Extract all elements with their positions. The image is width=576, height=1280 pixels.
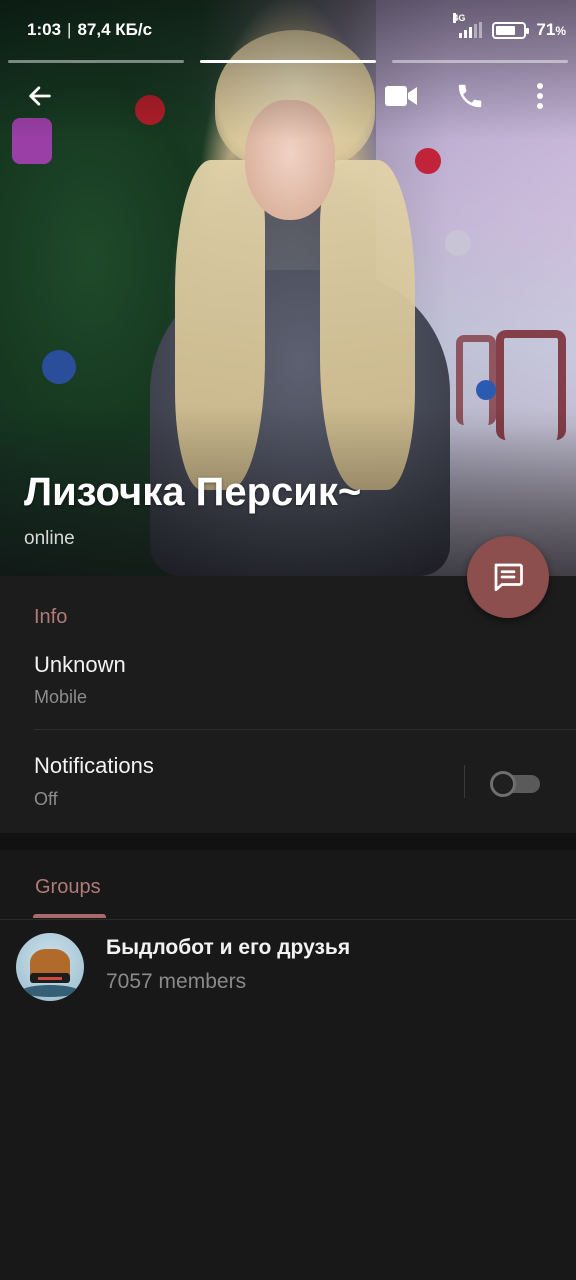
signal-bar bbox=[459, 33, 463, 38]
avatar-detail bbox=[38, 977, 62, 980]
more-button[interactable] bbox=[514, 70, 566, 122]
info-section-title: Info bbox=[34, 606, 68, 628]
status-separator: | bbox=[67, 20, 72, 39]
info-section: Info Unknown Mobile Notifications Off bbox=[0, 576, 576, 833]
tabs-divider bbox=[0, 919, 576, 920]
phone-value[interactable]: Unknown bbox=[34, 652, 126, 678]
story-segment bbox=[200, 60, 376, 63]
group-name: Быдлобот и его друзья bbox=[106, 936, 351, 959]
ornament-blue bbox=[42, 350, 76, 384]
status-time: 1:03 bbox=[27, 20, 62, 39]
story-segment bbox=[392, 60, 568, 63]
tab-groups[interactable]: Groups bbox=[16, 850, 124, 920]
notifications-value: Off bbox=[34, 789, 58, 809]
story-progress bbox=[8, 60, 568, 64]
video-call-button[interactable] bbox=[375, 70, 427, 122]
status-net-speed: 87,4 КБ/с bbox=[77, 20, 153, 39]
signal-bar bbox=[469, 27, 473, 38]
video-camera-icon bbox=[385, 86, 417, 106]
avatar-base bbox=[22, 985, 78, 997]
battery-fill bbox=[496, 25, 515, 35]
call-button[interactable] bbox=[444, 70, 496, 122]
battery-percent: 71% bbox=[536, 20, 566, 40]
info-divider bbox=[34, 729, 576, 730]
network-type: 4G bbox=[453, 13, 466, 23]
group-members: 7057 members bbox=[106, 970, 247, 993]
ornament-red-2 bbox=[415, 148, 441, 174]
phone-icon bbox=[458, 84, 482, 108]
ornament-blue-2 bbox=[476, 380, 496, 400]
status-bar: 1:03 | 87,4 КБ/с 4G 71% bbox=[0, 0, 576, 60]
signal-bar bbox=[474, 24, 478, 38]
status-left: 1:03 | 87,4 КБ/с bbox=[27, 20, 152, 40]
toolbar bbox=[0, 70, 576, 122]
notifications-separator bbox=[464, 765, 465, 798]
profile-name: Лизочка Персик~ bbox=[24, 470, 362, 514]
arrow-left-icon bbox=[29, 86, 51, 106]
battery-percent-value: 71 bbox=[536, 20, 556, 39]
message-icon bbox=[494, 563, 523, 592]
ornament-silver bbox=[445, 230, 471, 256]
notifications-title[interactable]: Notifications bbox=[34, 753, 154, 779]
signal-bar bbox=[464, 30, 468, 38]
signal-bar bbox=[479, 22, 483, 38]
groups-section: Groups Быдлобот и его друзья 7057 member… bbox=[0, 850, 576, 1280]
notifications-toggle[interactable] bbox=[490, 769, 542, 797]
section-gap bbox=[0, 833, 576, 850]
list-item[interactable]: Быдлобот и его друзья 7057 members bbox=[0, 921, 576, 1011]
tab-indicator bbox=[33, 914, 106, 918]
signal-icon: 4G bbox=[453, 13, 483, 38]
battery-percent-sign: % bbox=[555, 24, 566, 38]
phone-label: Mobile bbox=[34, 687, 88, 707]
back-button[interactable] bbox=[14, 70, 66, 122]
more-vertical-icon bbox=[537, 83, 543, 109]
story-segment bbox=[8, 60, 184, 63]
toggle-knob bbox=[490, 771, 516, 797]
profile-status: online bbox=[24, 528, 75, 549]
groups-tab-label: Groups bbox=[35, 876, 101, 898]
battery-icon bbox=[492, 21, 530, 39]
status-right: 4G 71% bbox=[453, 13, 566, 40]
avatar bbox=[16, 933, 84, 1001]
message-button[interactable] bbox=[467, 536, 549, 618]
